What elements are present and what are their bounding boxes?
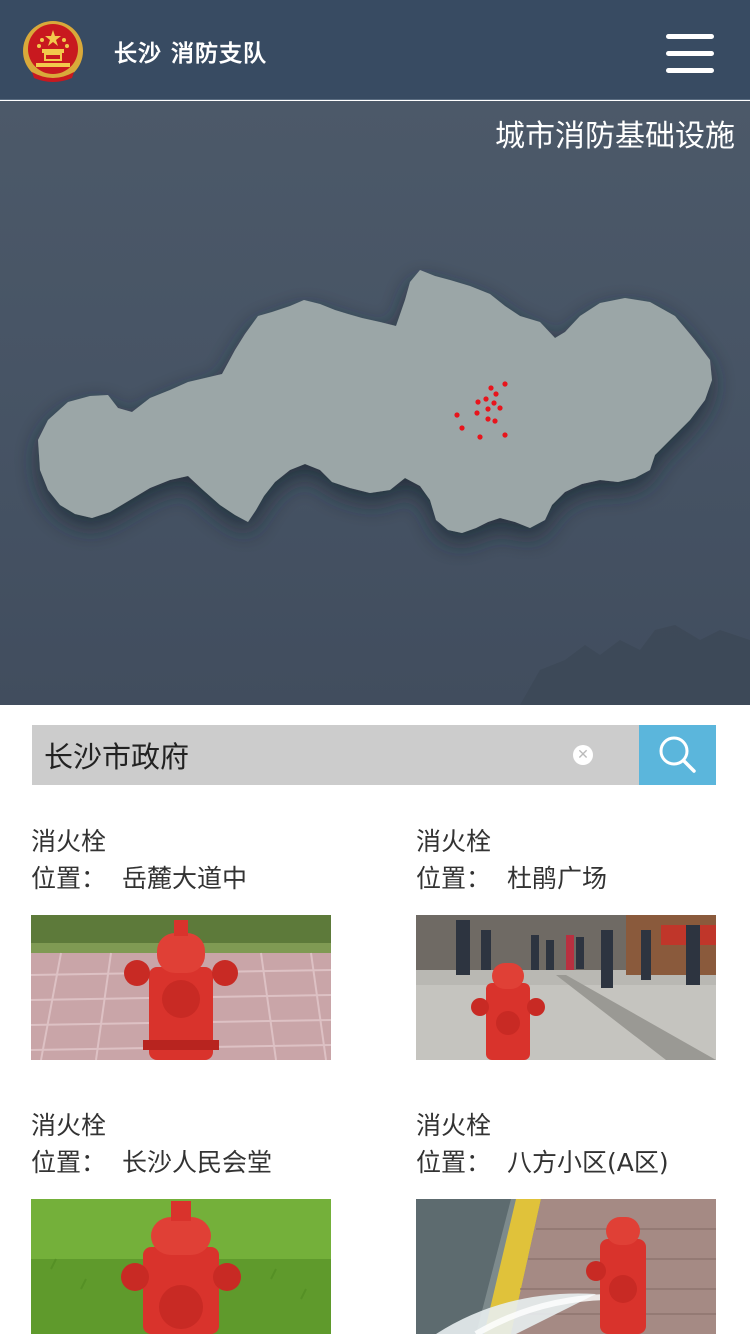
map-panel-title: 城市消防基础设施 [495,119,735,154]
location-value: 长沙人民会堂 [122,1148,273,1177]
location-label: 位置： [416,864,492,893]
result-type: 消火栓 [416,827,492,856]
result-card[interactable]: 消火栓 位置： 长沙人民会堂 [31,1111,331,1334]
hydrant-marker [497,405,503,411]
city-map [38,270,750,705]
hydrant-marker [477,434,483,440]
result-location: 位置： 岳麓大道中 [31,864,331,894]
location-value: 杜鹃广场 [507,864,608,893]
app-header: 长沙 消防支队 [0,0,750,100]
result-type: 消火栓 [31,1111,107,1140]
result-card[interactable]: 消火栓 位置： 岳麓大道中 [31,827,331,1060]
search-button[interactable] [639,725,716,785]
app-title: 长沙 消防支队 [114,40,268,67]
hydrant-marker [485,406,491,412]
hydrant-marker [502,381,508,387]
hydrant-marker [493,391,499,397]
map-panel: 城市消防基础设施 [0,101,750,705]
hydrant-marker [474,410,480,416]
search-icon [659,736,696,773]
result-location: 位置： 杜鹃广场 [416,864,716,894]
changsha-region-shape [38,270,712,533]
hydrant-marker [491,400,497,406]
result-location: 位置： 长沙人民会堂 [31,1148,331,1178]
location-label: 位置： [416,1148,492,1177]
search-bar: ✕ [32,725,716,785]
hydrant-marker [485,416,491,422]
result-type: 消火栓 [416,1111,492,1140]
hydrant-photo[interactable] [31,915,331,1060]
hydrant-photo[interactable] [416,1199,716,1334]
hydrant-marker [502,432,508,438]
location-value: 八方小区(A区) [507,1148,669,1177]
result-location: 位置： 八方小区(A区) [416,1148,716,1178]
hydrant-marker [454,412,460,418]
hydrant-marker [483,396,489,402]
hydrant-photo[interactable] [416,915,716,1060]
search-input[interactable] [32,725,639,785]
clear-icon[interactable]: ✕ [573,745,593,765]
hydrant-photo[interactable] [31,1199,331,1334]
hydrant-marker [475,399,481,405]
location-value: 岳麓大道中 [122,864,248,893]
location-label: 位置： [31,864,107,893]
result-card[interactable]: 消火栓 位置： 杜鹃广场 [416,827,716,1060]
national-emblem-icon [23,21,83,82]
hydrant-marker [492,418,498,424]
hydrant-marker [459,425,465,431]
result-card[interactable]: 消火栓 位置： 八方小区(A区) [416,1111,716,1334]
location-label: 位置： [31,1148,107,1177]
result-type: 消火栓 [31,827,107,856]
hydrant-marker [488,385,494,391]
hamburger-menu-icon[interactable] [664,32,716,76]
